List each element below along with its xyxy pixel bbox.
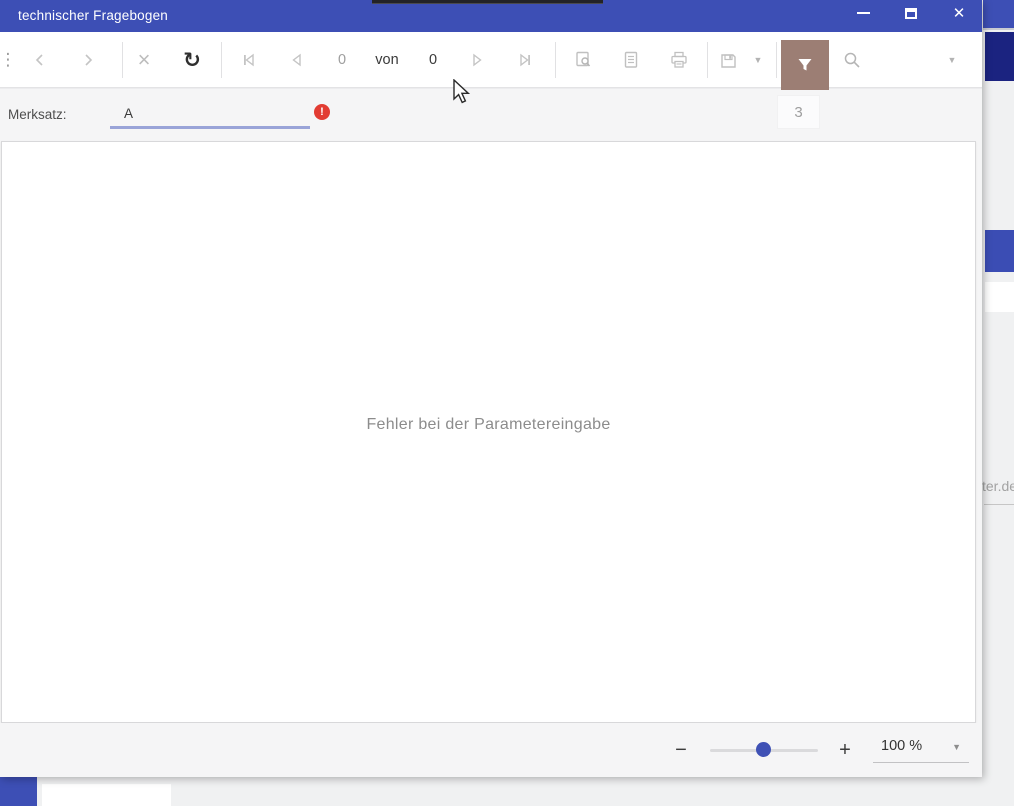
chevron-down-icon: ▼ (952, 742, 961, 752)
report-viewer-window: technischer Fragebogen ✕ ⋮ × ↻ 0 von 0 ▼… (0, 0, 982, 777)
last-page-button[interactable] (501, 36, 549, 84)
first-page-button[interactable] (225, 36, 273, 84)
parameter-bar: Merksatz: (0, 88, 982, 141)
kebab-icon: ⋮ (0, 50, 17, 69)
page-of-label: von (375, 52, 399, 68)
background-window-blue-square (0, 776, 37, 806)
window-title: technischer Fragebogen (18, 8, 168, 23)
floppy-save-icon (720, 52, 737, 69)
chevron-right-icon (80, 52, 96, 68)
toolbar-separator (555, 42, 556, 78)
close-button[interactable]: ✕ (936, 0, 982, 26)
zoom-slider-thumb[interactable] (756, 742, 771, 757)
cancel-rendering-button[interactable]: × (120, 36, 168, 84)
titlebar[interactable]: technischer Fragebogen ✕ (0, 0, 982, 32)
maximize-button[interactable] (888, 0, 934, 26)
next-page-button[interactable] (453, 36, 501, 84)
search-icon (843, 51, 861, 69)
background-window-tab (42, 784, 171, 806)
mouse-cursor (453, 79, 473, 107)
background-window-titlebar (983, 0, 1014, 30)
search-button[interactable] (834, 36, 870, 84)
report-error-message: Fehler bei der Parametereingabe (366, 416, 611, 433)
filter-button[interactable] (781, 40, 829, 90)
merksatz-label: Merksatz: (8, 107, 67, 122)
next-page-icon (470, 53, 484, 67)
history-back-button[interactable] (16, 36, 64, 84)
history-forward-button[interactable] (64, 36, 112, 84)
background-top-strip (372, 0, 603, 4)
save-button[interactable] (707, 36, 749, 84)
parameter-counter-badge[interactable]: 3 (777, 95, 820, 129)
background-window-underline (984, 504, 1014, 505)
zoom-bar: − + 100 % ▼ (0, 723, 982, 777)
printer-icon (670, 51, 688, 69)
parameter-error-icon[interactable]: ! (314, 104, 330, 120)
search-input[interactable] (868, 46, 934, 74)
background-window-blue-block (985, 230, 1014, 272)
last-page-icon (517, 53, 533, 67)
chevron-down-icon: ▼ (753, 55, 763, 65)
document-icon (623, 51, 639, 69)
first-page-icon (241, 53, 257, 67)
minimize-icon (856, 11, 870, 15)
export-document-button[interactable] (607, 36, 655, 84)
chevron-down-icon: ▼ (947, 55, 957, 65)
merksatz-input[interactable] (110, 101, 310, 129)
report-viewport: Fehler bei der Parametereingabe (1, 141, 976, 723)
current-page-field[interactable]: 0 (318, 36, 366, 84)
background-window-partial-text: ter.de (982, 478, 1014, 494)
previous-page-icon (290, 53, 304, 67)
refresh-button[interactable]: ↻ (168, 36, 216, 84)
close-icon: ✕ (952, 4, 966, 22)
filter-funnel-icon (797, 57, 813, 73)
toolbar-separator (776, 42, 777, 78)
maximize-icon (905, 7, 917, 19)
previous-page-button[interactable] (273, 36, 321, 84)
page-preview-icon (574, 51, 592, 69)
cancel-icon: × (137, 47, 151, 72)
print-button[interactable] (655, 36, 703, 84)
background-window-navy-block (985, 32, 1014, 81)
page-setup-button[interactable] (559, 36, 607, 84)
zoom-level-dropdown[interactable]: 100 % ▼ (873, 731, 969, 763)
zoom-out-button[interactable]: − (665, 736, 697, 764)
chevron-left-icon (32, 52, 48, 68)
total-pages-value: 0 (428, 52, 438, 68)
minimize-button[interactable] (840, 0, 886, 26)
background-window-white-block (985, 282, 1014, 312)
toolbar-separator (221, 42, 222, 78)
save-format-dropdown[interactable]: ▼ (744, 36, 772, 84)
toolbar: ⋮ × ↻ 0 von 0 ▼ ▼ (0, 32, 982, 90)
zoom-in-button[interactable]: + (829, 736, 861, 764)
search-options-dropdown[interactable]: ▼ (936, 36, 968, 84)
zoom-level-value: 100 % (881, 738, 923, 754)
refresh-icon: ↻ (183, 48, 201, 72)
